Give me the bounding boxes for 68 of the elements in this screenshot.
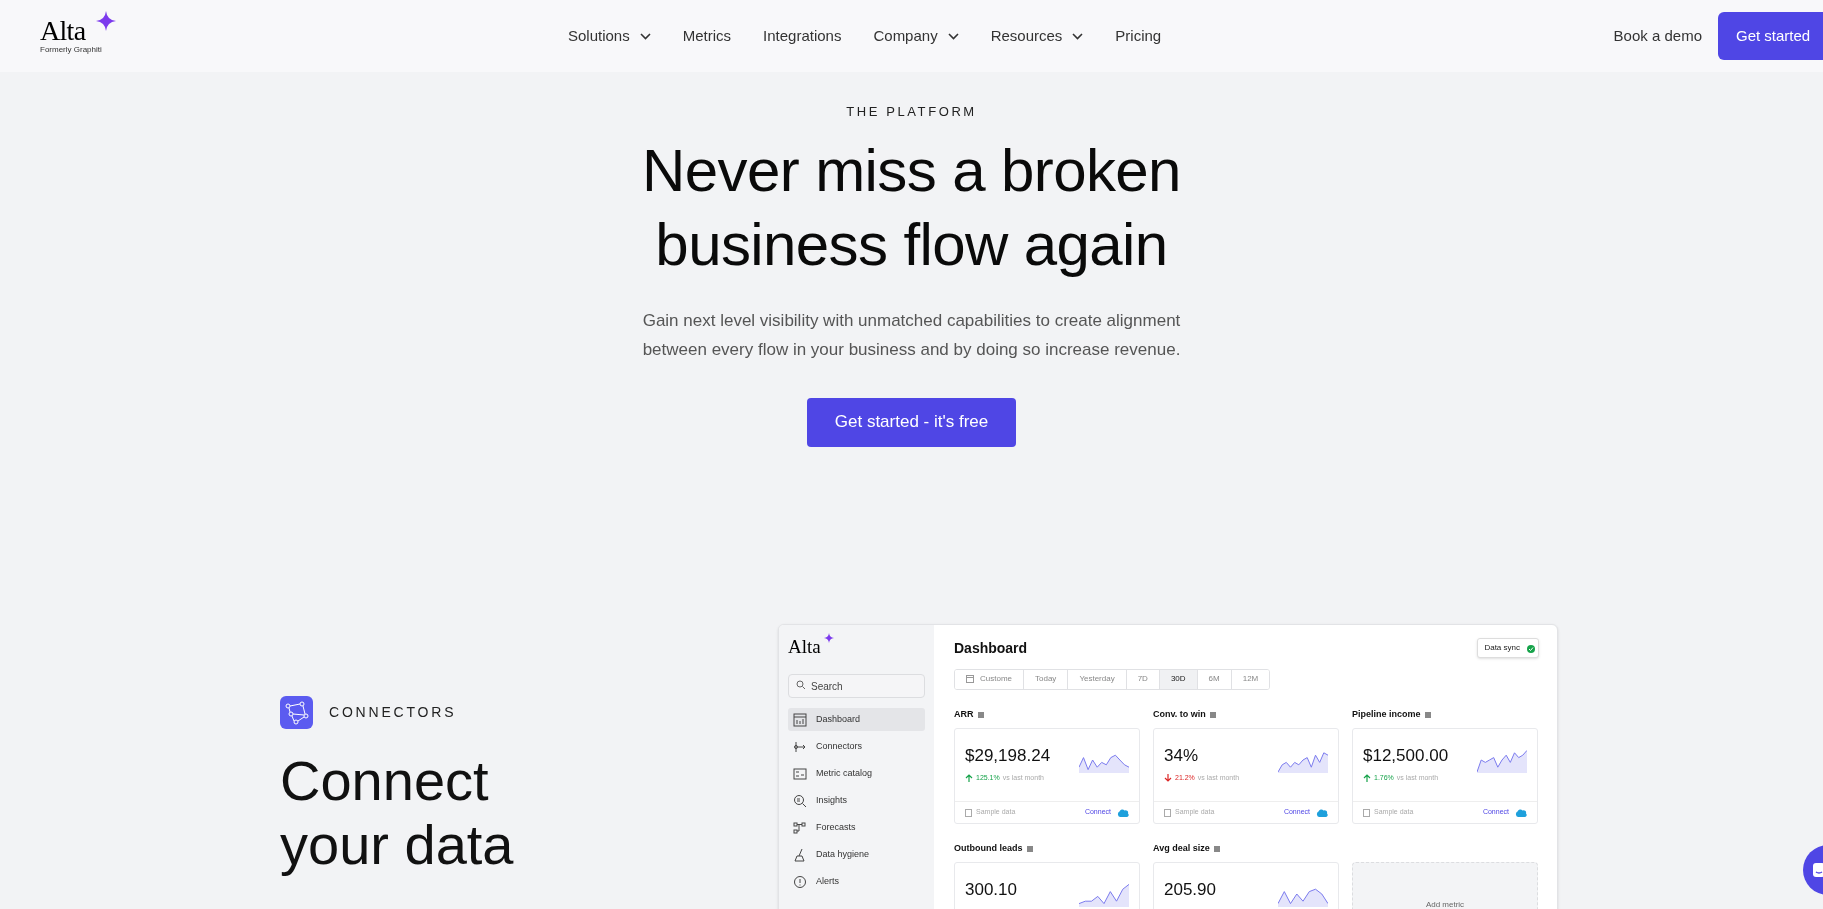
cloud-icon <box>1515 808 1527 817</box>
eyebrow-text: THE PLATFORM <box>846 103 977 121</box>
nav-link[interactable]: Integrations <box>763 24 842 48</box>
metric-value: $12,500.00 <box>1363 745 1449 767</box>
sparkle-icon <box>96 11 116 31</box>
get-started-button[interactable]: Get started <box>1718 12 1823 60</box>
hygiene-icon <box>793 847 807 862</box>
metric-title: Conv. to win <box>1153 708 1206 722</box>
check-icon <box>1527 645 1535 653</box>
hero-headline: Never miss a broken business flow again <box>642 135 1181 280</box>
chat-icon <box>1813 861 1823 879</box>
sparkline <box>1477 747 1527 773</box>
sparkle-icon <box>824 632 834 643</box>
search-field[interactable]: Search <box>788 674 925 698</box>
info-icon <box>977 712 984 718</box>
alerts-icon <box>793 874 807 889</box>
period-tab[interactable]: Custome <box>955 669 1024 689</box>
section-heading: Connect your data <box>280 748 515 877</box>
info-icon <box>1213 846 1220 852</box>
document-icon <box>1164 808 1171 817</box>
metric-value: 300.10 <box>965 879 1017 901</box>
info-icon <box>1424 712 1431 718</box>
logo-tagline: Formerly Graphiti <box>40 45 102 55</box>
metric-title: Outbound leads <box>954 842 1023 856</box>
dashboard-icon <box>793 712 807 727</box>
connectors-icon <box>793 739 807 754</box>
calendar-icon <box>966 675 974 683</box>
logo-text[interactable]: Alta <box>40 17 102 45</box>
nav-link[interactable]: Solutions <box>568 24 651 48</box>
sidebar-item[interactable]: Data hygiene <box>788 843 925 866</box>
sparkline <box>1079 881 1129 907</box>
forecasts-icon <box>793 820 807 835</box>
metric-value: $29,198.24 <box>965 745 1051 767</box>
nav-link[interactable]: Metrics <box>682 24 732 48</box>
info-icon <box>1209 712 1216 718</box>
network-icon <box>280 695 313 729</box>
metric-title: ARR <box>954 708 974 722</box>
document-icon <box>1363 808 1370 817</box>
cloud-icon <box>1316 808 1328 817</box>
metric-title: Pipeline income <box>1352 708 1421 722</box>
add-metric-card[interactable]: Add metric <box>1352 862 1538 909</box>
period-tab[interactable]: 30D <box>1159 669 1198 689</box>
logo-text: Alta <box>788 635 821 657</box>
metric-title: Avg deal size <box>1153 842 1210 856</box>
catalog-icon <box>793 766 807 781</box>
data-sync-button[interactable]: Data sync <box>1477 638 1539 658</box>
nav-link[interactable]: Pricing <box>1115 24 1162 48</box>
sidebar-item[interactable]: Forecasts <box>788 816 925 839</box>
document-icon <box>965 808 972 817</box>
dashboard-title: Dashboard <box>954 638 1028 658</box>
insights-icon <box>793 793 807 808</box>
nav-link[interactable]: Resources <box>990 24 1084 48</box>
section-eyebrow: CONNECTORS <box>329 702 457 722</box>
search-icon <box>796 679 806 690</box>
cloud-icon <box>1117 808 1129 817</box>
cta-button[interactable]: Get started - it's free <box>806 397 1017 447</box>
hero-subtitle: Gain next level visibility with unmatched capabilities to create alignment between every flow in your business and by doing so increase revenue. <box>642 309 1181 361</box>
info-icon <box>1026 846 1033 852</box>
book-demo-link[interactable]: Book a demo <box>1613 24 1702 48</box>
sidebar-item[interactable]: Dashboard <box>788 708 925 731</box>
metric-value: 205.90 <box>1164 879 1216 901</box>
sidebar-item[interactable]: Insights <box>788 789 925 812</box>
sidebar-item[interactable]: Metric catalog <box>788 762 925 785</box>
sidebar-item[interactable]: Alerts <box>788 870 925 893</box>
sidebar-item[interactable]: Connectors <box>788 735 925 758</box>
nav-link[interactable]: Company <box>873 24 959 48</box>
add-metric-label: Add metric <box>1425 899 1465 909</box>
metric-value: 34% <box>1164 745 1200 767</box>
